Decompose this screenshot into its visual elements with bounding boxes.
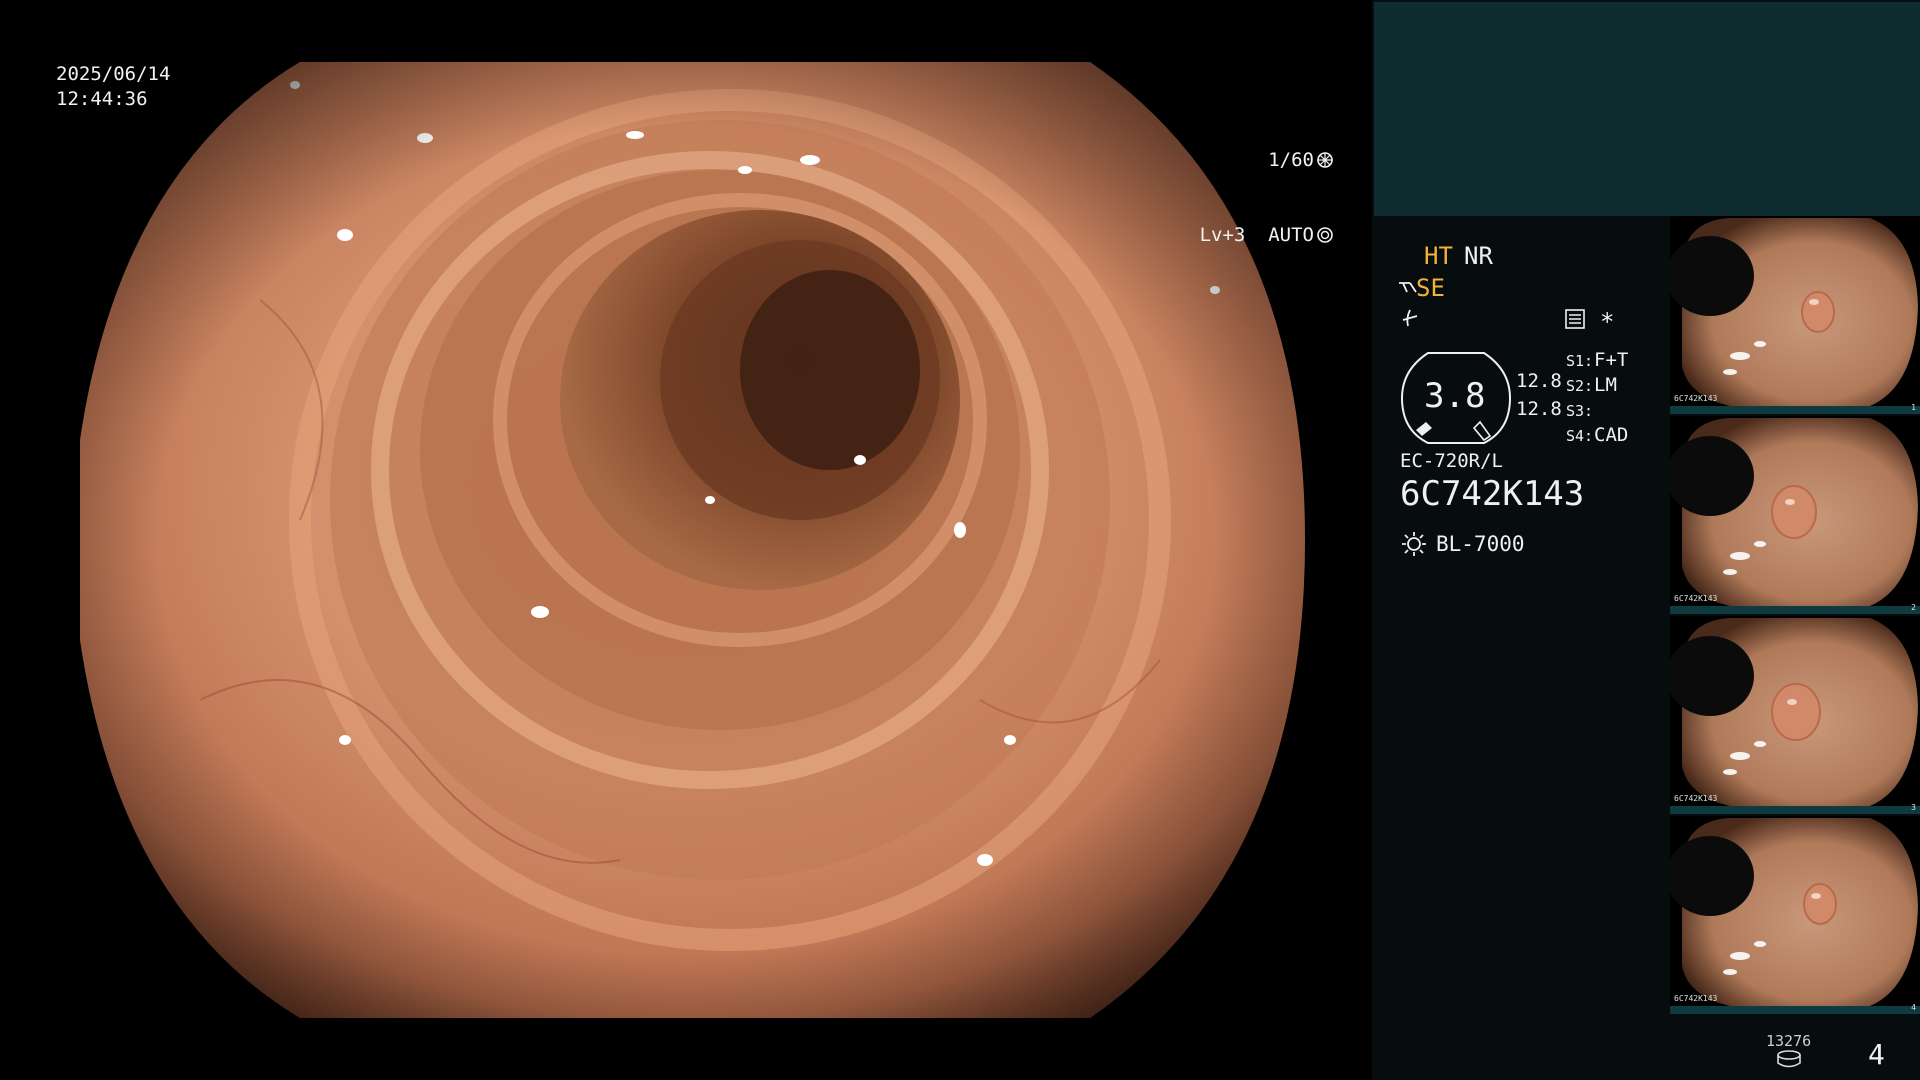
- date-time-display: 2025/06/14 12:44:36: [56, 62, 170, 112]
- s1-label: S1:: [1566, 352, 1594, 370]
- s4-label: S4:: [1566, 427, 1594, 445]
- capture-count: 4: [1868, 1038, 1885, 1071]
- thumbnail-index: 3: [1911, 803, 1916, 812]
- value-b: 12.8: [1516, 398, 1562, 420]
- thumbnail-image: [1670, 616, 1920, 814]
- thumbnail-index: 2: [1911, 603, 1916, 612]
- thumbnail-image: [1670, 216, 1920, 414]
- zoom-value: 3.8: [1424, 376, 1486, 416]
- freeze-icon: [1402, 309, 1418, 327]
- s2-value: LM: [1594, 374, 1617, 396]
- light-source-icon: [1402, 532, 1426, 556]
- thumbnail-index: 4: [1911, 1003, 1916, 1012]
- thumbnail-label: 6C742K143: [1674, 594, 1718, 603]
- shutter-speed: 1/60: [1268, 149, 1314, 171]
- blank-display-area: [1374, 2, 1920, 216]
- storage-count: 13276: [1766, 1032, 1812, 1050]
- level-row: Lv+3 AUTO: [1200, 223, 1334, 248]
- aperture-icon: [1317, 152, 1333, 168]
- date-text: 2025/06/14: [56, 63, 171, 85]
- thumbnail-image: [1670, 816, 1920, 1014]
- thumbnail-image: [1670, 416, 1920, 614]
- thumbnail-label: 6C742K143: [1674, 394, 1718, 403]
- thumbnail-4[interactable]: 6C742K143 4: [1670, 816, 1920, 1014]
- s1-value: F+T: [1594, 349, 1629, 371]
- s4-value: CAD: [1594, 424, 1629, 446]
- value-a: 12.8: [1516, 370, 1562, 392]
- thumbnail-1[interactable]: 6C742K143 1: [1670, 216, 1920, 414]
- se-indicator: SE: [1416, 274, 1445, 302]
- ht-indicator: HT: [1424, 242, 1453, 270]
- status-info: HT NR SE * 3.8 12.8 12.8 S1: F+T S2: LM …: [1372, 216, 1672, 1080]
- endoscope-image: [80, 62, 1305, 1018]
- time-text: 12:44:36: [56, 88, 148, 110]
- thumbnail-label: 6C742K143: [1674, 794, 1718, 803]
- scope-serial: 6C742K143: [1400, 474, 1585, 514]
- thumbnail-2[interactable]: 6C742K143 2: [1670, 416, 1920, 614]
- nr-indicator: NR: [1464, 242, 1493, 270]
- light-source: BL-7000: [1436, 532, 1525, 556]
- s3-label: S3:: [1566, 402, 1594, 420]
- s2-label: S2:: [1566, 377, 1594, 395]
- thumbnail-index: 1: [1911, 403, 1916, 412]
- storage-counter: 13276 4: [1372, 1020, 1920, 1080]
- endoscope-view: 2025/06/14 12:44:36 1/60 Lv+3 AUTO: [0, 0, 1372, 1080]
- thumbnail-label: 6C742K143: [1674, 994, 1718, 1003]
- level-mode-text: Lv+3 AUTO: [1199, 224, 1314, 246]
- capture-thumbnails: 6C742K143 1 6C742K143 2 6C742K143 3 6C742K143 4: [1670, 216, 1920, 1016]
- iris-icon: [1317, 227, 1333, 243]
- scope-model: EC-720R/L: [1400, 450, 1503, 472]
- thumbnail-3[interactable]: 6C742K143 3: [1670, 616, 1920, 814]
- settings-list-icon: [1565, 309, 1585, 329]
- info-panel: HT NR SE * 3.8 12.8 12.8 S1: F+T S2: LM …: [1372, 0, 1920, 1080]
- asterisk-mark: *: [1600, 308, 1615, 336]
- scope-tip-icon: [1399, 282, 1417, 293]
- storage-icon: [1777, 1050, 1801, 1068]
- exposure-display: 1/60 Lv+3 AUTO: [1200, 98, 1334, 298]
- shutter-row: 1/60: [1200, 148, 1334, 173]
